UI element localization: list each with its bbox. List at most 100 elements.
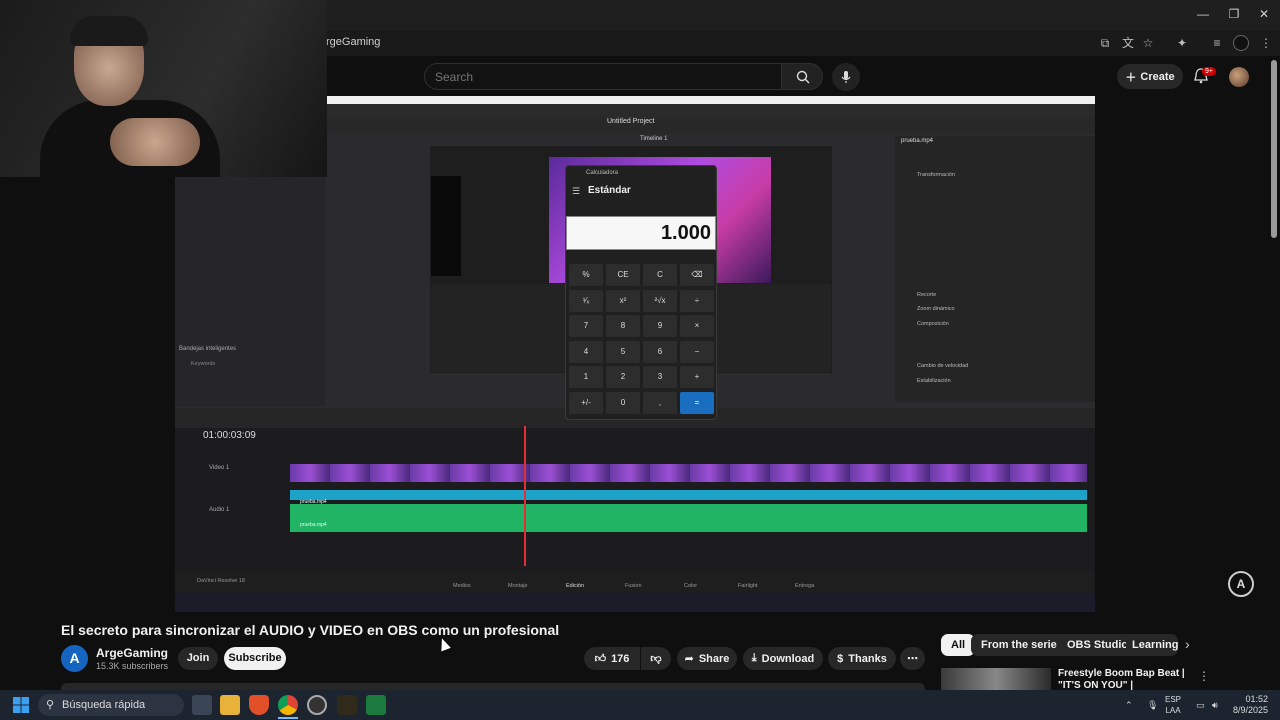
inspector-section: Recorte [917, 292, 937, 298]
join-button[interactable]: Join [178, 647, 218, 670]
inspector-section: Cambio de velocidad [917, 363, 969, 369]
inspector-section: Composición [917, 321, 949, 327]
calculator-key[interactable]: ²√x [643, 289, 677, 312]
timeline-name: Timeline 1 [640, 136, 668, 142]
description-box[interactable] [61, 683, 925, 690]
channel-watermark-icon[interactable]: A [1228, 571, 1254, 597]
chrome-icon[interactable] [278, 695, 298, 715]
taskbar-search[interactable]: ⚲ Búsqueda rápida [38, 694, 184, 716]
subscriber-count: 15.3K subscribers [96, 661, 169, 671]
clock-time: 01:52 [1245, 694, 1268, 704]
lang-layout: LAA [1165, 706, 1181, 715]
calculator-key[interactable]: CE [606, 264, 640, 286]
minimize-button[interactable]: — [1194, 7, 1212, 21]
extensions-icon[interactable]: ✦ [1174, 35, 1190, 51]
spreadsheet-app-icon[interactable] [366, 695, 386, 715]
install-app-icon[interactable]: ⧉ [1097, 35, 1113, 51]
calculator-key[interactable]: 6 [643, 340, 677, 363]
browser-menu-icon[interactable]: ⋮ [1258, 35, 1274, 51]
translate-icon[interactable]: 文 [1120, 35, 1136, 51]
tray-chevron-icon[interactable]: ⌃ [1125, 700, 1133, 711]
calculator-key[interactable]: × [680, 315, 714, 337]
like-button[interactable]: 👍︎ 176 [584, 647, 640, 670]
task-view-icon[interactable] [192, 695, 212, 715]
obs-icon[interactable] [307, 695, 327, 715]
search-button[interactable] [781, 63, 823, 90]
close-window-button[interactable]: ✕ [1255, 7, 1273, 21]
resolve-brand: DaVinci Resolve 18 [197, 578, 245, 584]
dislike-button[interactable]: 👎︎ [641, 647, 671, 670]
calculator-key[interactable]: C [643, 264, 677, 286]
lang-code: ESP [1165, 695, 1182, 704]
person-hands [110, 118, 200, 166]
calculator-key[interactable]: +/- [569, 391, 603, 414]
channel-name[interactable]: ArgeGaming [96, 646, 168, 660]
taskbar-clock[interactable]: 01:52 8/9/2025 [1226, 694, 1268, 716]
address-text[interactable]: rgeGaming [326, 36, 380, 48]
share-label: Share [698, 652, 730, 665]
resolve-inspector: prueba.mp4 Transformación Recorte Zoom d… [895, 136, 1095, 402]
calculator-display: 1.000 [566, 216, 716, 250]
media-sublabel: Keywords [191, 361, 216, 367]
page-tab: Color [684, 583, 698, 589]
calculator-key[interactable]: ÷ [680, 289, 714, 312]
recommended-thumbnail[interactable] [941, 668, 1051, 690]
calculator-key[interactable]: 3 [643, 366, 677, 388]
download-label: Download [761, 652, 815, 665]
calculator-key[interactable]: , [643, 391, 677, 414]
chip-learning[interactable]: Learning [1126, 634, 1178, 656]
channel-avatar[interactable]: A [61, 645, 88, 672]
recorded-taskbar [175, 593, 1095, 612]
thanks-button[interactable]: $ Thanks [828, 647, 896, 670]
recommended-title[interactable]: Freestyle Boom Bap Beat | "IT'S ON YOU" … [1058, 668, 1193, 690]
calculator-mode: Estándar [588, 185, 631, 196]
subscribe-button[interactable]: Subscribe [224, 647, 286, 670]
page-tab: Entrega [795, 583, 815, 589]
file-explorer-icon[interactable] [220, 695, 240, 715]
bookmark-star-icon[interactable]: ☆ [1140, 35, 1156, 51]
calculator-key[interactable]: 1 [569, 366, 603, 388]
calculator-key[interactable]: 7 [569, 315, 603, 337]
chevron-right-icon[interactable]: › [1185, 636, 1190, 652]
voice-search-button[interactable] [832, 63, 860, 91]
inspector-file: prueba.mp4 [901, 138, 934, 144]
active-app-indicator [278, 717, 298, 719]
calculator-key[interactable]: 4 [569, 340, 603, 363]
calculator-key[interactable]: 5 [606, 340, 640, 363]
page-scrollbar[interactable] [1271, 60, 1277, 238]
inspector-section: Estabilización [917, 378, 951, 384]
calculator-key[interactable]: + [680, 366, 714, 388]
calculator-key[interactable]: ⌫ [680, 264, 714, 286]
calculator-key[interactable]: 0 [606, 391, 640, 414]
network-icon[interactable]: ▭ [1196, 700, 1205, 711]
language-indicator[interactable]: ESP LAA [1165, 694, 1181, 716]
calculator-key[interactable]: x² [606, 289, 640, 312]
restore-button[interactable]: ❐ [1225, 7, 1243, 21]
video-track-label: Video 1 [209, 465, 230, 471]
volume-icon[interactable]: 🔊︎ [1212, 700, 1218, 711]
download-button[interactable]: ⤓ Download [743, 647, 823, 670]
brave-browser-icon[interactable] [249, 695, 269, 715]
calculator-key[interactable]: 9 [643, 315, 677, 337]
recommended-menu-icon[interactable]: ⋮ [1198, 669, 1210, 683]
windows-start-icon[interactable] [12, 696, 30, 714]
resolve-toolbar [325, 118, 1095, 134]
profile-icon[interactable] [1233, 35, 1249, 51]
search-input[interactable] [424, 63, 782, 90]
calculator-key[interactable]: 8 [606, 315, 640, 337]
calculator-key[interactable]: = [680, 391, 714, 414]
chip-all[interactable]: All [941, 634, 976, 656]
create-button[interactable]: ＋ Create [1117, 64, 1183, 89]
more-actions-button[interactable]: ⋯ [900, 647, 925, 670]
game-launcher-icon[interactable] [337, 695, 357, 715]
calculator-key[interactable]: % [569, 264, 603, 286]
share-button[interactable]: ➦ Share [677, 647, 737, 670]
tray-mic-icon[interactable]: 🎙︎ [1147, 700, 1158, 711]
video-title: El secreto para sincronizar el AUDIO y V… [61, 622, 560, 638]
playhead [524, 426, 526, 566]
calculator-key[interactable]: 2 [606, 366, 640, 388]
media-controls-icon[interactable]: ≡ [1209, 35, 1225, 51]
calculator-key[interactable]: ¹⁄ₓ [569, 289, 603, 312]
user-avatar[interactable] [1229, 67, 1249, 87]
calculator-key[interactable]: − [680, 340, 714, 363]
